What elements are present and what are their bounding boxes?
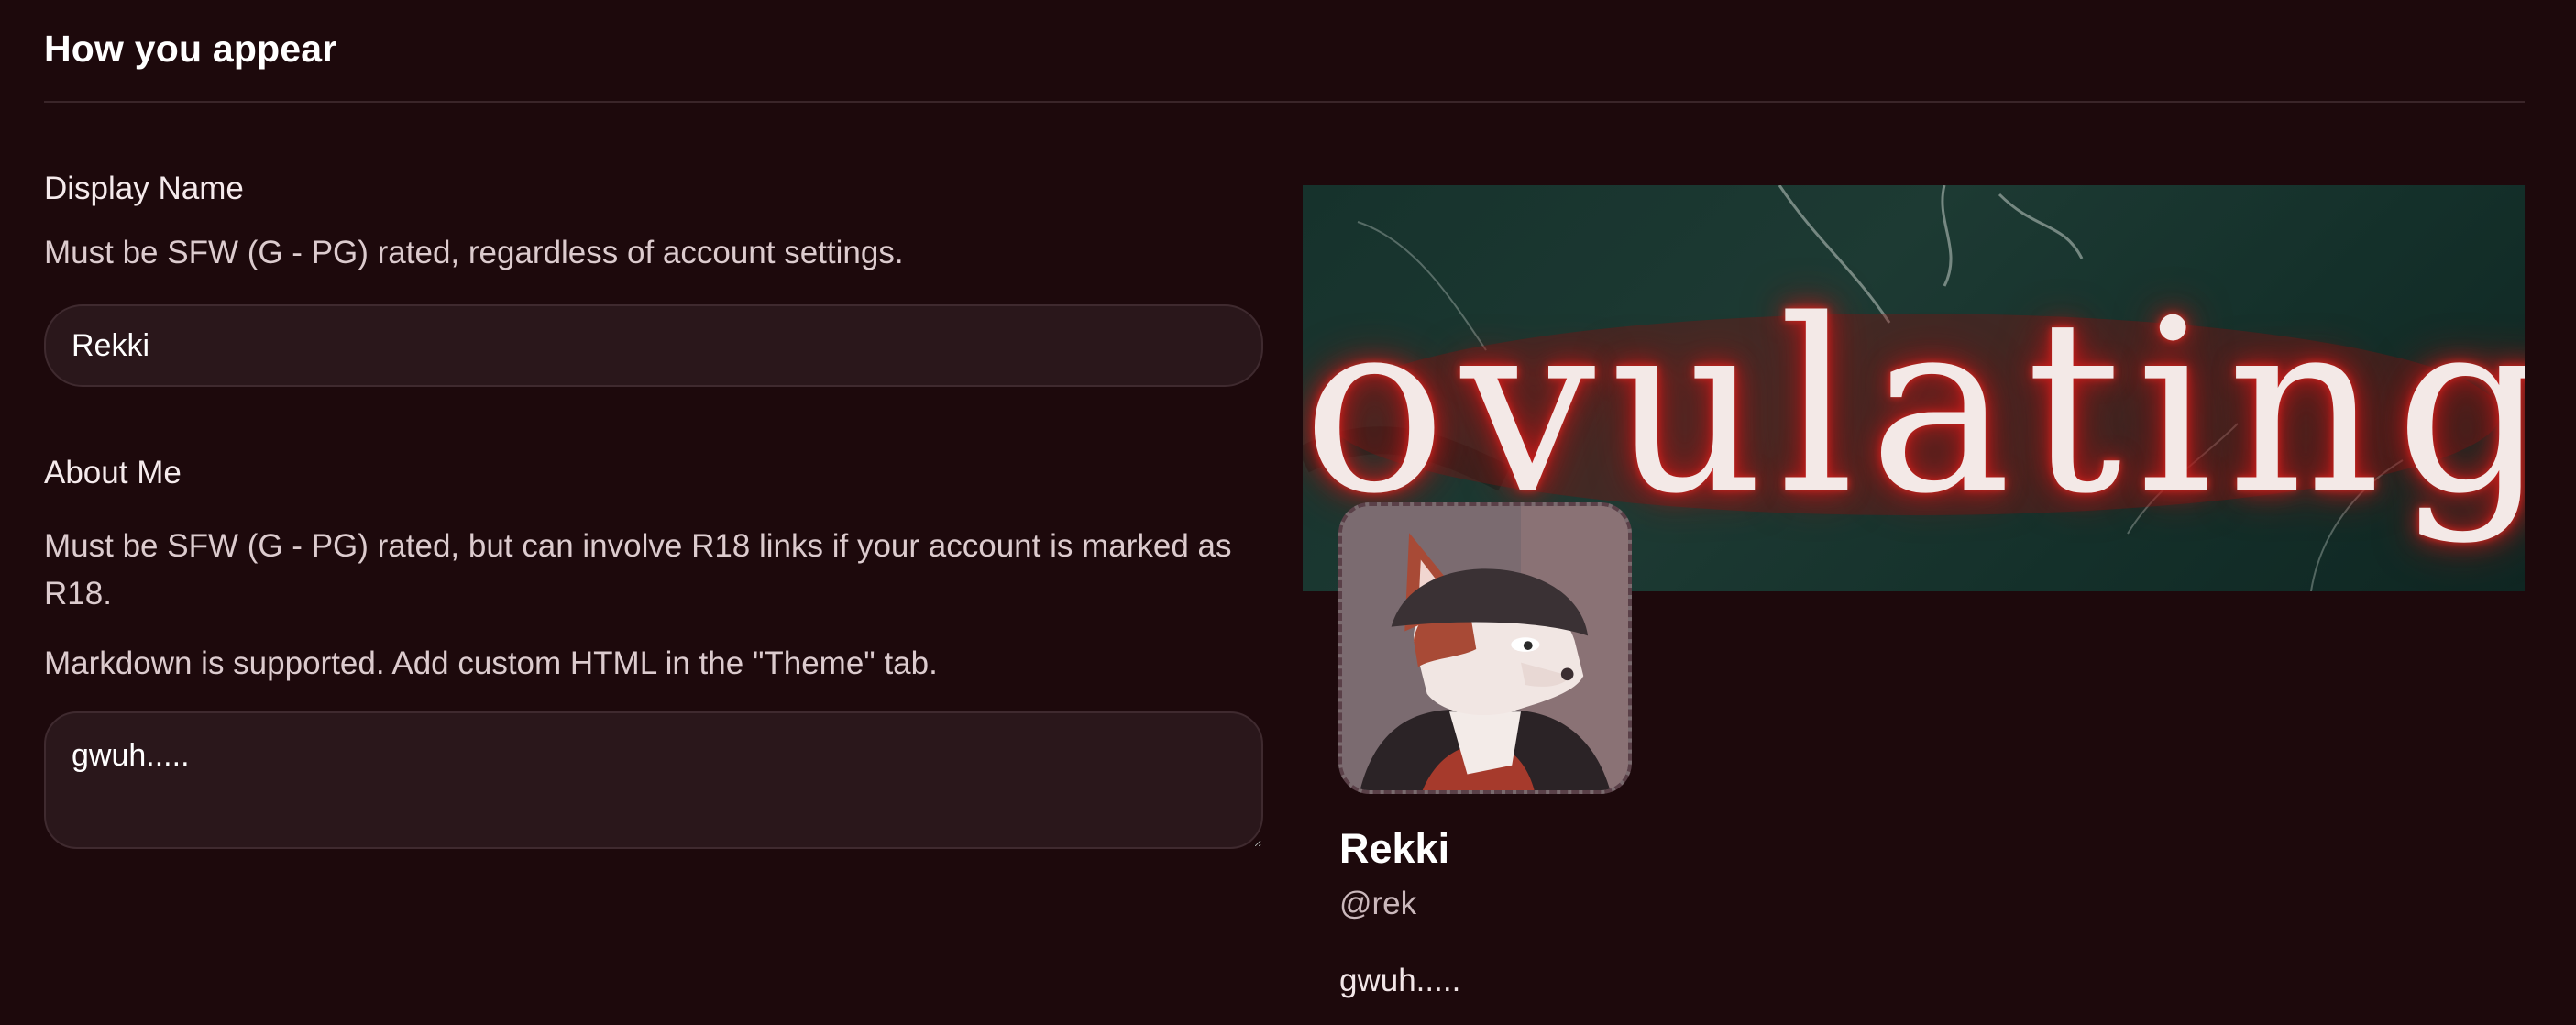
avatar[interactable] [1338, 502, 1632, 794]
fox-avatar-icon [1342, 506, 1628, 790]
about-me-help: Must be SFW (G - PG) rated, but can invo… [44, 528, 1232, 612]
about-me-textarea[interactable]: gwuh..... [44, 711, 1263, 849]
display-name-input[interactable] [44, 304, 1263, 387]
preview-handle: @rek [1339, 886, 1417, 921]
markdown-note: Markdown is supported. Add custom HTML i… [44, 645, 938, 681]
preview-bio: gwuh..... [1339, 963, 1461, 998]
divider [44, 101, 2525, 103]
preview-name: Rekki [1339, 825, 1450, 872]
about-me-label: About Me [44, 455, 182, 490]
display-name-label: Display Name [44, 171, 244, 206]
display-name-help: Must be SFW (G - PG) rated, regardless o… [44, 235, 904, 270]
section-title: How you appear [44, 28, 337, 70]
